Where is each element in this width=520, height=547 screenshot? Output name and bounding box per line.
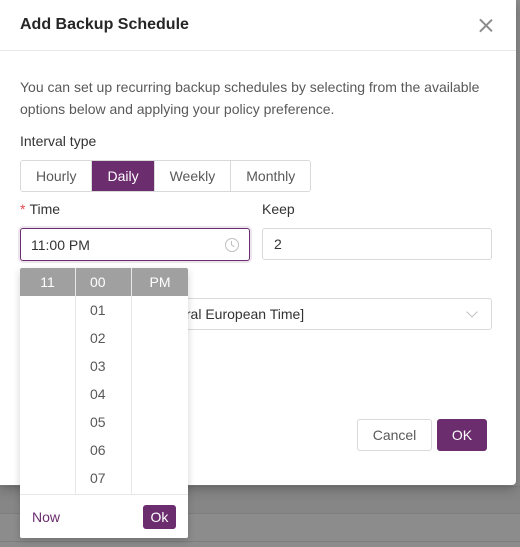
close-icon[interactable] — [478, 17, 494, 33]
time-label: * Time — [20, 201, 60, 217]
interval-option-monthly[interactable]: Monthly — [231, 161, 311, 191]
keep-label: Keep — [262, 201, 295, 217]
interval-option-weekly[interactable]: Weekly — [154, 161, 232, 191]
dialog-header: Add Backup Schedule — [0, 0, 516, 51]
minute-option-selected[interactable]: 00 — [76, 268, 131, 296]
time-input[interactable]: 11:00 PM — [20, 228, 250, 261]
hour-column[interactable]: 11 — [20, 268, 76, 494]
minute-option[interactable]: 05 — [76, 408, 131, 436]
time-picker-ok-button[interactable]: Ok — [143, 504, 176, 529]
hour-option-selected[interactable]: 11 — [20, 268, 75, 296]
minute-option[interactable]: 04 — [76, 380, 131, 408]
chevron-down-icon — [466, 306, 478, 318]
interval-option-hourly[interactable]: Hourly — [21, 161, 93, 191]
minute-option[interactable]: 01 — [76, 296, 131, 324]
keep-input[interactable]: 2 — [262, 228, 492, 260]
period-option-selected[interactable]: PM — [132, 268, 188, 296]
now-link[interactable]: Now — [32, 509, 60, 525]
time-picker-dropdown: 11 00 01 02 03 04 05 06 07 PM Now Ok — [20, 268, 188, 538]
minute-column[interactable]: 00 01 02 03 04 05 06 07 — [76, 268, 132, 494]
dialog-title: Add Backup Schedule — [20, 16, 189, 33]
minute-option[interactable]: 07 — [76, 464, 131, 492]
ok-button[interactable]: OK — [437, 419, 487, 451]
period-column[interactable]: PM — [132, 268, 188, 494]
interval-type-label: Interval type — [20, 133, 97, 149]
cancel-button[interactable]: Cancel — [357, 419, 432, 451]
required-asterisk: * — [20, 201, 26, 217]
interval-option-daily[interactable]: Daily — [92, 161, 155, 191]
dialog-description: You can set up recurring backup schedule… — [20, 79, 480, 117]
minute-option[interactable]: 06 — [76, 436, 131, 464]
minute-option[interactable]: 03 — [76, 352, 131, 380]
interval-type-segmented-control: Hourly Daily Weekly Monthly — [20, 160, 312, 192]
minute-option[interactable]: 02 — [76, 324, 131, 352]
time-label-text: Time — [29, 201, 61, 217]
time-picker-footer: Now Ok — [20, 494, 188, 538]
clock-icon — [225, 237, 239, 252]
time-input-value: 11:00 PM — [31, 236, 90, 253]
